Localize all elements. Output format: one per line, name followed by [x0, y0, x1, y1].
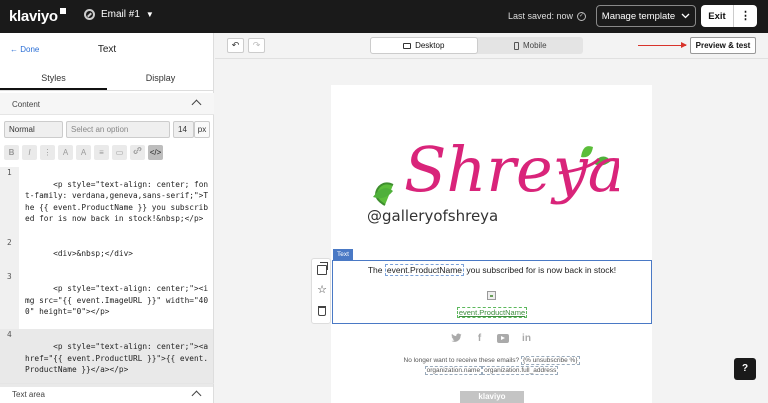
chevron-down-icon — [681, 13, 690, 19]
block-type-tag: Text — [333, 249, 353, 260]
exit-button-group: Exit ⋮ — [701, 5, 757, 27]
highlight-button[interactable]: A — [76, 145, 91, 160]
paragraph-style-select[interactable]: Normal — [4, 121, 63, 138]
stock-message: The event.ProductName you subscribed for… — [367, 264, 617, 276]
product-link[interactable]: event.ProductName — [333, 307, 651, 318]
organization-address-tag: organization.full_address — [482, 366, 559, 375]
text-block-selected[interactable]: Text The event.ProductName you subscribe… — [332, 249, 652, 324]
text-color-button[interactable]: A — [58, 145, 73, 160]
chevron-up-icon — [191, 99, 202, 110]
text-area-label: Text area — [12, 390, 45, 399]
redo-button[interactable]: ↷ — [248, 38, 265, 53]
tab-styles[interactable]: Styles — [0, 69, 107, 90]
organization-line: organization.name organization.full_addre… — [331, 366, 652, 375]
font-unit-label: px — [194, 121, 210, 138]
product-name-variable: event.ProductName — [384, 264, 464, 276]
code-line: 2 <div>&nbsp;</div> — [7, 237, 133, 259]
link-button[interactable] — [130, 145, 145, 160]
email-title-dropdown[interactable]: Email #1 ▼ — [84, 9, 154, 20]
manage-template-label: Manage template — [601, 10, 676, 22]
social-links: f in — [331, 333, 652, 344]
format-toolbar: B I ⋮ A A ≡ ▭ </> — [4, 145, 194, 161]
link-icon — [133, 147, 142, 154]
unsubscribe-tag[interactable]: {% unsubscribe %} — [520, 356, 580, 365]
duplicate-icon[interactable] — [317, 262, 328, 275]
code-line-active: 4 <p style="text-align: center;"><a href=… — [0, 329, 213, 388]
klaviyo-logo[interactable]: klaviyo — [9, 8, 66, 25]
klaviyo-badge: klaviyo — [460, 391, 524, 403]
panel-title: Text — [97, 44, 117, 55]
brand-logo-image[interactable]: Shreya @galleryofshreya — [359, 113, 619, 233]
source-code-button[interactable]: </> — [148, 145, 163, 160]
email-preview: Shreya @galleryofshreya Text The event.P… — [331, 85, 652, 403]
help-button[interactable]: ? — [734, 358, 756, 380]
twitter-icon[interactable] — [451, 333, 462, 344]
save-status-text: Last saved: now — [508, 11, 574, 21]
flag-icon — [59, 8, 66, 14]
text-style-controls: Normal Select an option 14 px — [4, 121, 210, 139]
panel-tabs: Styles Display — [0, 69, 214, 91]
block-button[interactable]: ▭ — [112, 145, 127, 160]
preview-and-test-button[interactable]: Preview & test — [690, 37, 756, 54]
content-section-header[interactable]: Content — [0, 93, 214, 115]
trash-icon[interactable] — [318, 306, 326, 316]
save-status: Last saved: now ✓ — [508, 11, 587, 21]
facebook-icon[interactable]: f — [474, 333, 485, 344]
phone-icon — [513, 41, 519, 50]
properties-panel: ← Done Text Styles Display Content Norma… — [0, 33, 214, 403]
code-line: 3 <p style="text-align: center;"><img src… — [7, 272, 209, 317]
chevron-up-icon — [191, 390, 202, 401]
organization-name-tag: organization.name — [424, 366, 483, 375]
manage-template-button[interactable]: Manage template — [596, 5, 696, 27]
undo-button[interactable]: ↶ — [227, 38, 244, 53]
device-toggle: Desktop Mobile — [370, 37, 583, 54]
html-code-editor[interactable]: 1 <p style="text-align: center; font-fami… — [0, 167, 213, 388]
desktop-view-button[interactable]: Desktop — [370, 37, 478, 54]
more-options-icon[interactable]: ⋮ — [734, 5, 757, 27]
canvas-toolbar: ↶ ↷ Desktop Mobile Preview & test — [215, 33, 768, 59]
tab-display[interactable]: Display — [107, 69, 214, 90]
draft-status-icon — [84, 9, 95, 20]
brand-handle: @galleryofshreya — [367, 207, 498, 225]
brand-name: Shreya — [404, 133, 619, 206]
mobile-view-button[interactable]: Mobile — [478, 37, 584, 54]
code-line: 1 <p style="text-align: center; font-fami… — [7, 168, 209, 224]
check-circle-icon: ✓ — [577, 11, 587, 21]
content-section-label: Content — [12, 100, 41, 109]
block-actions-menu: ☆ — [311, 258, 331, 324]
text-area-section-header[interactable]: Text area — [0, 383, 214, 403]
linkedin-icon[interactable]: in — [521, 333, 532, 344]
top-bar: klaviyo Email #1 ▼ Last saved: now ✓ Man… — [0, 0, 768, 33]
broken-image-icon — [487, 291, 496, 300]
bold-button[interactable]: B — [4, 145, 19, 160]
annotation-arrow — [638, 42, 687, 48]
youtube-icon[interactable] — [497, 334, 509, 343]
email-canvas: ↶ ↷ Desktop Mobile Preview & test Shreya… — [215, 33, 768, 403]
more-format-button[interactable]: ⋮ — [40, 145, 55, 160]
caret-down-icon: ▼ — [145, 10, 154, 19]
unsubscribe-line: No longer want to receive these emails? … — [403, 356, 580, 365]
monitor-icon — [403, 42, 412, 49]
email-title: Email #1 — [101, 9, 140, 20]
product-link-variable: event.ProductName — [456, 307, 528, 318]
exit-button[interactable]: Exit — [701, 11, 733, 22]
star-icon[interactable]: ☆ — [317, 285, 327, 296]
italic-button[interactable]: I — [22, 145, 37, 160]
font-select[interactable]: Select an option — [66, 121, 170, 138]
align-button[interactable]: ≡ — [94, 145, 109, 160]
font-size-input[interactable]: 14 — [173, 121, 194, 138]
